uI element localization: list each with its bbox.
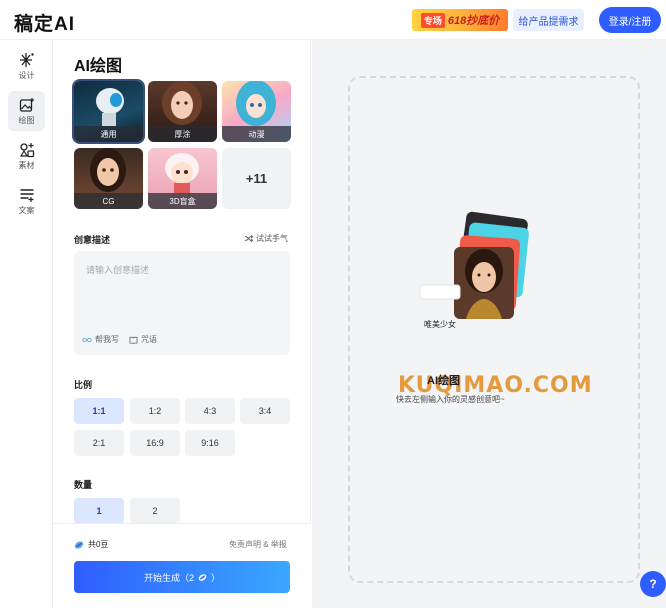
spell-label: 咒语 <box>141 335 157 344</box>
ratio-option-3-4[interactable]: 3:4 <box>240 398 290 424</box>
style-tile-3d-blindbox[interactable]: 3D盲盒 <box>148 148 217 209</box>
ratio-section-label: 比例 <box>74 380 93 390</box>
app-logo[interactable]: 稿定AI <box>14 9 75 36</box>
ai-drawing-illustration <box>419 211 529 319</box>
style-label: CG <box>74 193 143 209</box>
count-section-label: 数量 <box>74 480 93 490</box>
generate-label: 开始生成（2 <box>143 572 194 583</box>
promo-banner[interactable]: 专场 618抄底价 <box>412 9 508 31</box>
prompt-placeholder: 请输入创意描述 <box>86 265 150 275</box>
rail-item-design[interactable]: 设计 <box>8 46 45 86</box>
cg-girl-thumbnail <box>90 148 126 192</box>
ratio-option-16-9[interactable]: 16:9 <box>130 430 180 456</box>
style-tile-thick-paint[interactable]: 厚涂 <box>148 81 217 142</box>
login-register-button[interactable]: 登录/注册 <box>599 7 661 33</box>
prompt-bubble: 唯美少女 <box>424 320 456 329</box>
feature-request-button[interactable]: 给产品提需求 <box>513 9 584 31</box>
style-label: 3D盲盒 <box>148 193 217 209</box>
ratio-option-9-16[interactable]: 9:16 <box>185 430 235 456</box>
prompt-input[interactable]: 请输入创意描述 帮我写 咒语 <box>74 251 290 355</box>
generate-footer: 共0豆 免责声明 & 举报 开始生成（2 ） <box>53 523 311 608</box>
spell-button[interactable]: 咒语 <box>129 334 157 345</box>
empty-state-subtitle: 快去左侧输入你的灵感创意吧~ <box>396 395 505 404</box>
disclaimer-link[interactable]: 免责声明 & 举报 <box>229 539 287 550</box>
assets-icon <box>19 142 34 157</box>
beans-label: 共0豆 <box>88 540 109 549</box>
robot-thumbnail <box>96 88 124 126</box>
rail-label: 文案 <box>18 205 35 215</box>
anime-thumbnail <box>236 81 276 126</box>
help-write-button[interactable]: 帮我写 <box>82 334 119 345</box>
side-rail: 设计 绘图 素材 文案 <box>0 40 53 608</box>
promo-text: 618抄底价 <box>447 15 500 27</box>
rail-label: 设计 <box>18 70 35 80</box>
ratio-option-1-1[interactable]: 1:1 <box>74 398 124 424</box>
rail-item-draw[interactable]: 绘图 <box>8 91 45 131</box>
rail-label: 绘图 <box>18 115 35 125</box>
style-tile-cg[interactable]: CG <box>74 148 143 209</box>
bean-icon <box>74 540 84 549</box>
panel-title: AI绘图 <box>74 58 123 75</box>
prompt-tools: 帮我写 咒语 <box>82 334 157 345</box>
shuffle-icon <box>244 235 253 242</box>
try-luck-label: 试试手气 <box>256 234 288 243</box>
try-luck-link[interactable]: 试试手气 <box>244 233 288 244</box>
top-bar: 稿定AI 专场 618抄底价 给产品提需求 登录/注册 <box>0 0 666 40</box>
rail-item-assets[interactable]: 素材 <box>8 136 45 176</box>
count-option-1[interactable]: 1 <box>74 498 124 524</box>
bean-icon <box>198 573 207 581</box>
rail-item-copy[interactable]: 文案 <box>8 181 45 221</box>
book-icon <box>129 336 138 344</box>
ratio-option-2-1[interactable]: 2:1 <box>74 430 124 456</box>
count-option-2[interactable]: 2 <box>130 498 180 524</box>
image-draw-icon <box>19 97 34 112</box>
sparkle-icon <box>19 52 34 67</box>
style-label: 通用 <box>74 126 143 142</box>
empty-state-frame <box>348 76 640 583</box>
prompt-section-label: 创意描述 <box>74 235 111 245</box>
ratio-option-1-2[interactable]: 1:2 <box>130 398 180 424</box>
style-label: 动漫 <box>222 126 291 142</box>
promo-tag: 专场 <box>420 12 445 28</box>
beans-balance: 共0豆 <box>74 539 108 550</box>
more-styles-button[interactable]: +11 <box>222 148 291 209</box>
generate-suffix: ） <box>211 572 221 583</box>
start-generate-button[interactable]: 开始生成（2 ） <box>74 561 290 593</box>
portrait-thumbnail <box>162 81 202 125</box>
style-tile-general[interactable]: 通用 <box>72 79 145 144</box>
text-lines-icon <box>20 188 33 202</box>
control-panel: AI绘图 通用 厚涂 动漫 CG 3D盲盒 +11 创意描述 试试手气 请输入创… <box>53 40 311 608</box>
style-label: 厚涂 <box>148 126 217 142</box>
infinity-icon <box>82 337 92 342</box>
help-button[interactable]: ? <box>640 571 666 597</box>
ratio-option-4-3[interactable]: 4:3 <box>185 398 235 424</box>
preview-canvas: 唯美少女 KUQIMAO.COM AI绘图 快去左侧输入你的灵感创意吧~ ? <box>312 40 666 608</box>
rail-label: 素材 <box>18 160 35 170</box>
help-write-label: 帮我写 <box>95 335 119 344</box>
blindbox-thumbnail <box>165 153 199 193</box>
style-tile-anime[interactable]: 动漫 <box>222 81 291 142</box>
empty-state-title: AI绘图 <box>427 375 460 387</box>
